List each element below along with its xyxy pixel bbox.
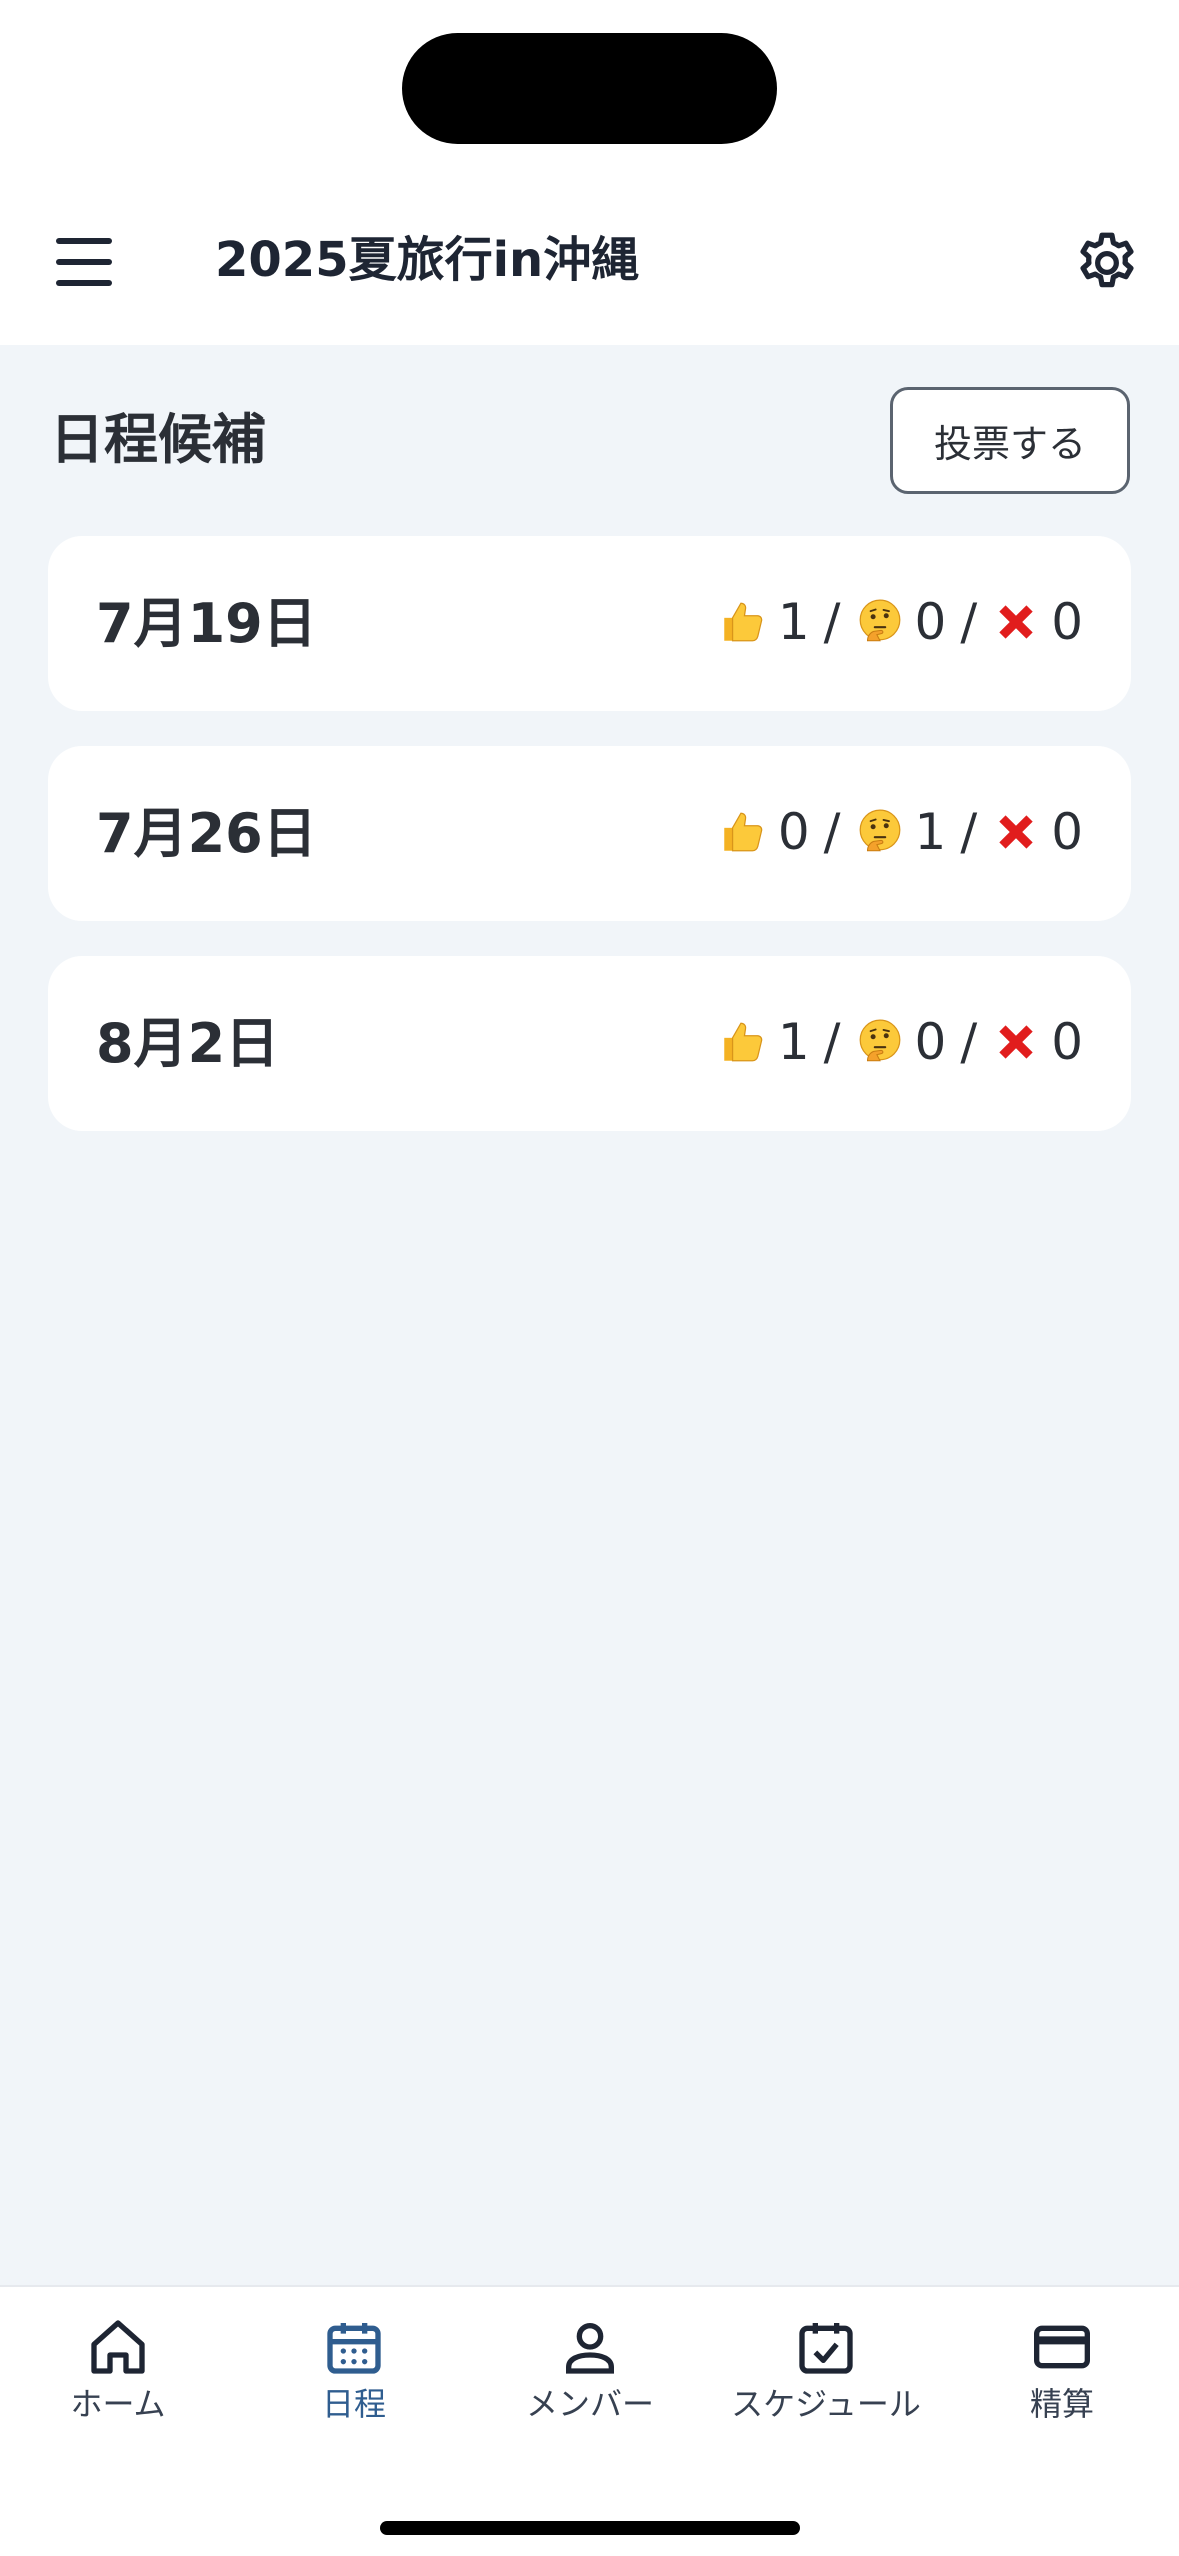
candidate-card[interactable]: 7月19日 1/0/0 [48, 536, 1131, 711]
candidate-card[interactable]: 7月26日 0/1/0 [48, 746, 1131, 921]
separator: / [823, 1013, 841, 1071]
separator: / [960, 593, 978, 651]
red-cross-icon [999, 815, 1033, 849]
tab-home[interactable]: ホーム [0, 2315, 236, 2435]
maybe-count: 0 [914, 1013, 947, 1071]
separator: / [823, 803, 841, 861]
tab-label: 日程 [321, 2385, 386, 2423]
vote-summary: 0/1/0 [718, 802, 1083, 862]
thumbs-up-icon [724, 1022, 763, 1062]
candidate-card[interactable]: 8月2日 1/0/0 [48, 956, 1131, 1131]
tab-members[interactable]: メンバー [472, 2315, 708, 2435]
home-icon [91, 2320, 145, 2374]
thumbs-up-icon [724, 602, 763, 642]
thinking-face-icon [859, 599, 900, 642]
gear-icon [1080, 232, 1134, 288]
vote-button[interactable]: 投票する [890, 387, 1130, 494]
tab-settlement[interactable]: 精算 [944, 2315, 1179, 2435]
maybe-count: 1 [914, 803, 947, 861]
tab-itinerary[interactable]: スケジュール [708, 2315, 944, 2435]
app-bar: 2025夏旅行in沖縄 [0, 180, 1179, 345]
no-count: 0 [1051, 1013, 1083, 1071]
menu-icon-line [56, 259, 112, 265]
maybe-count: 0 [914, 593, 947, 651]
menu-button[interactable] [50, 232, 118, 292]
separator: / [960, 803, 978, 861]
separator: / [960, 1013, 978, 1071]
no-count: 0 [1051, 803, 1083, 861]
good-count: 1 [777, 1013, 810, 1071]
candidate-date: 7月26日 [96, 802, 317, 865]
red-cross-icon [999, 1025, 1033, 1059]
good-count: 1 [777, 593, 810, 651]
calendar-icon [327, 2323, 381, 2374]
tab-label: スケジュール [731, 2385, 921, 2423]
candidate-list: 7月19日 1/0/0 7月26日 0/1/0 8月2日 1/0/0 [48, 536, 1131, 1166]
tab-label: メンバー [525, 2385, 654, 2423]
section-title: 日程候補 [50, 408, 266, 471]
status-bar [0, 0, 1179, 180]
person-icon [566, 2323, 614, 2374]
vote-summary: 1/0/0 [718, 1012, 1083, 1072]
page-title: 2025夏旅行in沖縄 [215, 232, 640, 288]
thumbs-up-icon [724, 812, 763, 852]
settings-button[interactable] [1072, 228, 1142, 298]
red-cross-icon [999, 605, 1033, 639]
vote-summary: 1/0/0 [718, 592, 1083, 652]
menu-icon-line [56, 280, 112, 286]
tab-schedule-candidates[interactable]: 日程 [236, 2315, 472, 2435]
home-indicator [380, 2521, 800, 2535]
thinking-face-icon [859, 1019, 900, 1062]
no-count: 0 [1051, 593, 1083, 651]
bottom-tab-bar: ホーム 日程 メンバー スケジュール 精算 [0, 2285, 1179, 2556]
calendar-check-icon [799, 2323, 853, 2374]
tab-label: ホーム [70, 2385, 166, 2423]
tab-label: 精算 [1029, 2385, 1094, 2423]
good-count: 0 [777, 803, 810, 861]
separator: / [823, 593, 841, 651]
dynamic-island [402, 33, 777, 144]
credit-card-icon [1034, 2325, 1090, 2369]
menu-icon-line [56, 238, 112, 244]
thinking-face-icon [859, 809, 900, 852]
candidate-date: 8月2日 [96, 1012, 280, 1075]
candidate-date: 7月19日 [96, 592, 317, 655]
